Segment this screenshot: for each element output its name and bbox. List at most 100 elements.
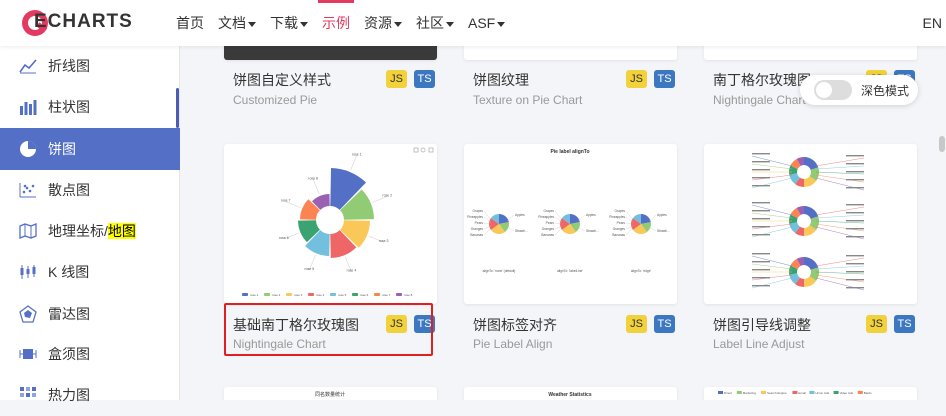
rose-label: rose 6 <box>279 236 289 240</box>
card-thumbnail-label-align[interactable]: Pie label alignTo Grapes Pineapples Pears O… <box>464 144 677 304</box>
nav-item-label: 首页 <box>176 15 204 31</box>
nav-item-6[interactable]: ASF <box>462 0 511 46</box>
legend-swatch[interactable] <box>264 293 270 296</box>
ts-badge[interactable]: TS <box>654 70 675 88</box>
nav-item-4[interactable]: 资源 <box>358 0 408 46</box>
sidebar-item-heatmap[interactable]: 热力图 <box>0 374 180 416</box>
rose-label: rose 2 <box>382 193 392 197</box>
legend-swatch[interactable] <box>374 293 380 296</box>
card-title[interactable]: 饼图纹理 <box>473 70 529 90</box>
legend-swatch[interactable] <box>242 293 248 296</box>
card-title[interactable]: 饼图自定义样式 <box>233 70 331 90</box>
pie-label: Apples <box>515 213 525 217</box>
pie-label: Strawb... <box>586 229 599 233</box>
sidebar-item-label: 折线图 <box>48 58 90 74</box>
sidebar-item-bar[interactable]: 柱状图 <box>0 86 180 128</box>
sidebar-scrollbar[interactable] <box>176 88 179 128</box>
preview-title: Weather Statistics <box>548 392 591 398</box>
card-thumbnail-texture-pie[interactable] <box>464 46 677 60</box>
donut-slice <box>804 257 819 270</box>
legend-swatch[interactable] <box>286 293 292 296</box>
chevron-down-icon <box>300 21 308 27</box>
rose-label: rose 4 <box>347 269 357 273</box>
sidebar-item-label-prefix: 地理坐标/ <box>48 223 108 239</box>
card-subtitle: Label Line Adjust <box>713 337 805 351</box>
chevron-down-icon <box>446 21 454 27</box>
sidebar-item-radar[interactable]: 雷达图 <box>0 293 180 335</box>
card-thumbnail-nightingale[interactable] <box>704 46 917 60</box>
ts-badge[interactable]: TS <box>894 315 915 333</box>
pie-label: Pineapples <box>467 215 483 219</box>
ts-badge[interactable]: TS <box>414 70 435 88</box>
map-icon <box>18 221 38 241</box>
sidebar-item-pie[interactable]: 饼图 <box>0 128 180 170</box>
js-badge[interactable]: JS <box>626 70 647 88</box>
legend-label: Email <box>798 391 806 395</box>
legend-label: Search Engine <box>767 391 787 395</box>
pie-label: Pears <box>475 221 484 225</box>
selection-highlight-box <box>224 303 433 356</box>
language-switch[interactable]: EN <box>923 15 942 31</box>
legend-label: rose 4 <box>316 293 325 297</box>
js-badge[interactable]: JS <box>866 315 887 333</box>
heatmap-icon <box>18 385 38 405</box>
page-scrollbar[interactable] <box>939 136 945 152</box>
card-title[interactable]: 南丁格尔玫瑰图 <box>713 70 811 90</box>
pie-label: Pears <box>546 221 555 225</box>
card-subtitle: Texture on Pie Chart <box>473 93 583 107</box>
js-badge[interactable]: JS <box>386 70 407 88</box>
ts-badge[interactable]: TS <box>654 315 675 333</box>
chevron-down-icon <box>394 21 402 27</box>
sidebar-item-geo[interactable]: 地理坐标/地图 <box>0 210 180 252</box>
card-thumbnail-row3-3[interactable]: Direct Marketing Search Engine Email Union A… <box>704 387 917 400</box>
candlestick-icon <box>18 262 38 282</box>
label-line-preview <box>751 153 865 291</box>
legend-label: Direct <box>724 391 732 395</box>
legend-label: rose 5 <box>338 293 347 297</box>
pie-label: Grapes <box>615 209 626 213</box>
card-thumbnail-customized-pie[interactable] <box>224 46 437 60</box>
preview-caption: alignTo: 'edge' <box>631 269 652 273</box>
nav-item-5[interactable]: 社区 <box>410 0 460 46</box>
card-thumbnail-row3-2[interactable]: Weather Statistics <box>464 387 677 400</box>
js-badge[interactable]: JS <box>626 315 647 333</box>
pie-label: Bananas <box>541 233 554 237</box>
nav-item-1[interactable]: 文档 <box>212 0 262 46</box>
legend-swatch[interactable] <box>308 293 314 296</box>
bar-chart-icon <box>18 97 38 117</box>
pie-label: Pineapples <box>538 215 554 219</box>
legend-swatch[interactable] <box>352 293 358 296</box>
legend-swatch <box>718 391 723 394</box>
card-subtitle: Customized Pie <box>233 93 318 107</box>
card-thumbnail-basic-nightingale[interactable]: rose 1 rose 2 rose 3 rose 4 rose 5 rose 6 rose… <box>224 144 437 304</box>
sidebar-item-boxplot[interactable]: 盒须图 <box>0 333 180 375</box>
legend-label: rose 6 <box>360 293 369 297</box>
boxplot-icon <box>18 344 38 364</box>
sidebar-item-scatter[interactable]: 散点图 <box>0 169 180 211</box>
pie-label: Pineapples <box>609 215 625 219</box>
nav-item-label: 文档 <box>218 15 246 31</box>
legend-swatch <box>792 391 798 394</box>
dark-mode-switch[interactable] <box>814 80 852 100</box>
legend-swatch <box>736 391 742 394</box>
card-title[interactable]: 饼图引导线调整 <box>713 315 811 335</box>
top-navbar: ECHARTS 首页 文档 下载 示例 资源 社区 ASF EN <box>0 0 946 46</box>
pie-label: Grapes <box>544 209 555 213</box>
chevron-down-icon <box>248 21 256 27</box>
preview-caption: alignTo: 'none' (default) <box>483 269 516 273</box>
nav-item-3[interactable]: 示例 <box>316 0 356 46</box>
pie-label: Strawb... <box>515 229 528 233</box>
sidebar-item-label: K 线图 <box>48 264 90 280</box>
legend-swatch[interactable] <box>330 293 336 296</box>
sidebar-item-line[interactable]: 折线图 <box>0 45 180 87</box>
card-title[interactable]: 饼图标签对齐 <box>473 315 557 335</box>
nav-item-0[interactable]: 首页 <box>170 0 210 46</box>
card-thumbnail-row3-1[interactable]: 同名数量统计 <box>224 387 437 400</box>
legend-swatch[interactable] <box>396 293 402 296</box>
main-nav: 首页 文档 下载 示例 资源 社区 ASF <box>170 0 513 46</box>
sidebar-item-candlestick[interactable]: K 线图 <box>0 251 180 293</box>
nav-item-2[interactable]: 下载 <box>264 0 314 46</box>
dark-mode-toggle[interactable]: 深色模式 <box>800 75 918 105</box>
pie-chart-icon <box>18 139 38 159</box>
card-thumbnail-label-line[interactable] <box>704 144 917 304</box>
